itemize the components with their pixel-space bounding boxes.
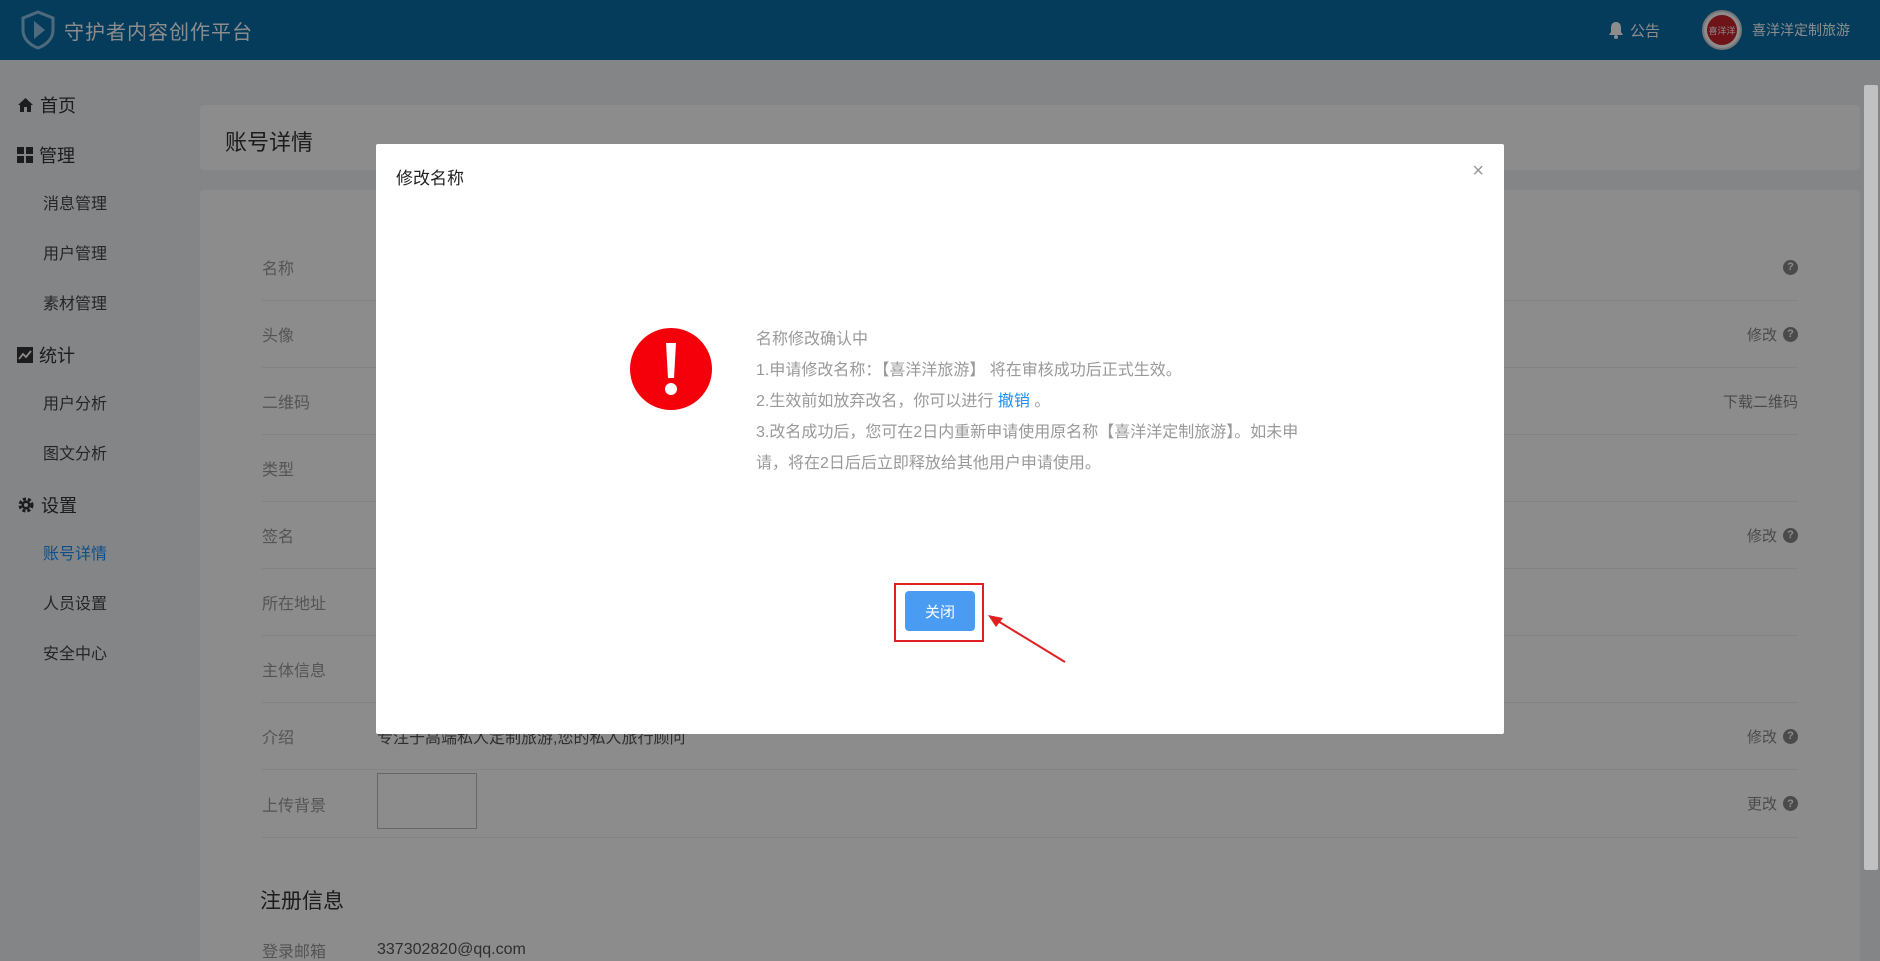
status-heading: 名称修改确认中 xyxy=(756,331,869,348)
line2-suffix: 。 xyxy=(1034,393,1051,410)
rename-status-text: 名称修改确认中 1.申请修改名称：【喜洋洋旅游】 将在审核成功后正式生效。 2.… xyxy=(756,324,1316,479)
status-line-3: 3.改名成功后，您可在2日内重新申请使用原名称【喜洋洋定制旅游】。如未申请，将在… xyxy=(756,424,1299,472)
revoke-link[interactable]: 撤销 xyxy=(998,393,1030,410)
page-scrollbar[interactable] xyxy=(1864,85,1878,870)
modal-title: 修改名称 xyxy=(396,169,464,188)
close-icon[interactable]: × xyxy=(1472,160,1484,183)
arrow-annotation-icon xyxy=(988,615,1066,663)
status-line-1: 1.申请修改名称：【喜洋洋旅游】 将在审核成功后正式生效。 xyxy=(756,362,1182,379)
status-line-2: 2.生效前如放弃改名，你可以进行 撤销 。 xyxy=(756,386,1316,417)
rename-modal: 修改名称 × 名称修改确认中 1.申请修改名称：【喜洋洋旅游】 将在审核成功后正… xyxy=(376,144,1504,734)
line2-prefix: 2.生效前如放弃改名，你可以进行 xyxy=(756,393,994,410)
close-button[interactable]: 关闭 xyxy=(905,591,975,631)
exclamation-icon xyxy=(630,328,712,410)
